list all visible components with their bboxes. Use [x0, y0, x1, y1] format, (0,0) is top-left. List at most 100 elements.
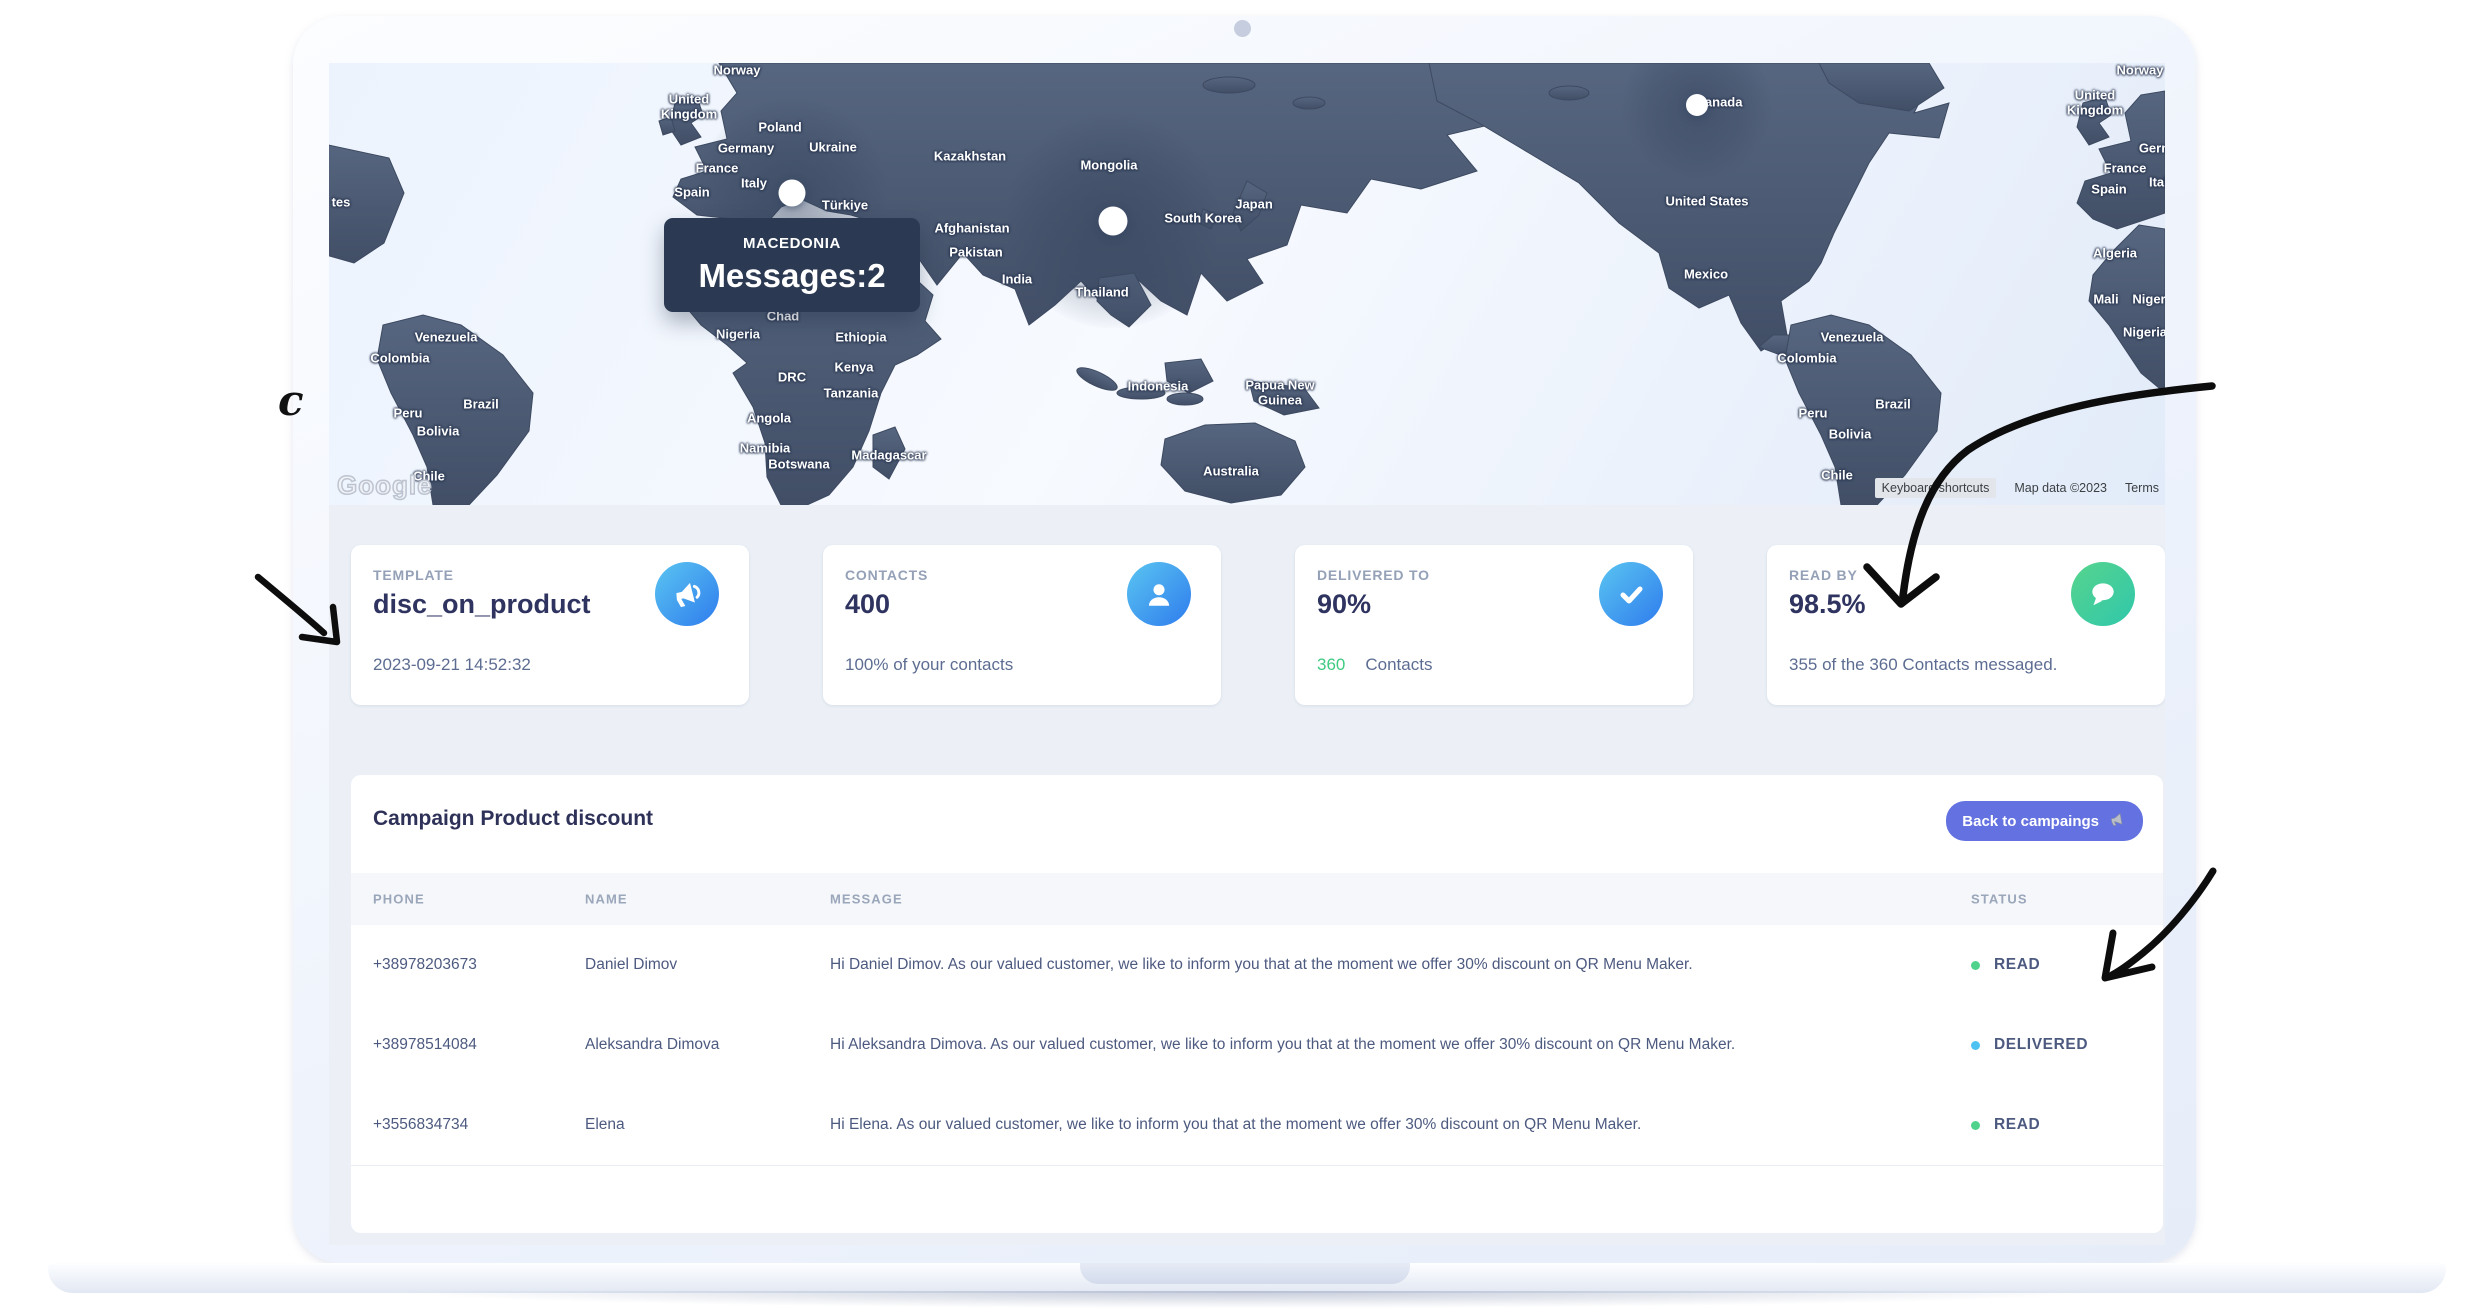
- cell-phone: +38978203673: [373, 956, 477, 974]
- card-label: READ BY: [1789, 567, 1858, 583]
- map-country-label: Kenya: [834, 361, 873, 376]
- map-country-label: Bolivia: [1829, 428, 1872, 443]
- message-location-marker[interactable]: [1686, 94, 1708, 116]
- map-country-label: Algeria: [2093, 247, 2137, 262]
- map-country-label: Norway: [2117, 64, 2164, 79]
- map-country-label: Madagascar: [851, 449, 926, 464]
- campaign-title: Campaign Product discount: [373, 807, 653, 831]
- map-country-label: Nigeria: [2123, 326, 2165, 341]
- card-value: 98.5%: [1789, 589, 1866, 620]
- map-country-label: Türkiye: [822, 199, 868, 214]
- card-label: CONTACTS: [845, 567, 928, 583]
- map-country-label: Poland: [758, 121, 801, 136]
- map-country-label: Italy: [2149, 176, 2165, 191]
- status-dot: [1971, 961, 1980, 970]
- keyboard-shortcuts-link[interactable]: Keyboard shortcuts: [1875, 478, 1997, 498]
- cell-status: READ: [1971, 956, 2040, 974]
- map-country-label: Tanzania: [824, 387, 879, 402]
- status-text: DELIVERED: [1994, 1036, 2088, 1054]
- delivered-count-label: Contacts: [1365, 655, 1432, 674]
- campaign-panel: Campaign Product discount Back to campai…: [351, 775, 2163, 1233]
- card-label: TEMPLATE: [373, 567, 454, 583]
- map-country-label: Peru: [394, 407, 423, 422]
- map-country-label: Peru: [1799, 407, 1828, 422]
- google-logo[interactable]: Google: [337, 470, 433, 501]
- map-country-label: India: [1002, 273, 1032, 288]
- map-country-label: Papua New Guinea: [1237, 378, 1323, 407]
- dashboard-screen: NorwayUnited KingdomPolandGermanyUkraine…: [329, 63, 2165, 1245]
- map-country-label: Thailand: [1075, 286, 1128, 301]
- megaphone-emoji: [2108, 810, 2127, 833]
- card-value: 400: [845, 589, 890, 620]
- check-icon: [1599, 562, 1663, 626]
- message-location-marker[interactable]: [1099, 207, 1128, 236]
- cell-status: READ: [1971, 1116, 2040, 1134]
- card-value: 90%: [1317, 589, 1371, 620]
- status-dot: [1971, 1121, 1980, 1130]
- contacts-card: CONTACTS 400 100% of your contacts: [823, 545, 1221, 705]
- cell-phone: +38978514084: [373, 1036, 477, 1054]
- marketing-graphic: NorwayUnited KingdomPolandGermanyUkraine…: [0, 0, 2490, 1314]
- map-country-label: Ukraine: [809, 141, 857, 156]
- map-country-label: Mexico: [1684, 268, 1728, 283]
- map-country-label: Niger: [2132, 293, 2165, 308]
- map-country-label: DRC: [778, 371, 806, 386]
- map-country-label: Colombia: [370, 352, 429, 367]
- map-country-label: Germany: [2139, 142, 2165, 157]
- col-message: MESSAGE: [830, 892, 903, 907]
- message-location-marker[interactable]: [779, 180, 806, 207]
- map-country-label: France: [2104, 162, 2147, 177]
- map-country-label: Indonesia: [1128, 380, 1189, 395]
- map-data-label: Map data ©2023: [2014, 481, 2107, 495]
- table-row[interactable]: +38978514084 Aleksandra Dimova Hi Aleksa…: [351, 1005, 2163, 1086]
- map-country-label: Nigeria: [716, 328, 760, 343]
- map-country-label: Italy: [741, 177, 767, 192]
- card-label: DELIVERED TO: [1317, 567, 1430, 583]
- map-country-label: Afghanistan: [934, 222, 1009, 237]
- laptop-camera-dot: [1234, 20, 1251, 37]
- chat-icon: [2071, 562, 2135, 626]
- map-country-label: France: [696, 162, 739, 177]
- template-card: TEMPLATE disc_on_product 2023-09-21 14:5…: [351, 545, 749, 705]
- map-country-label: Venezuela: [1821, 331, 1884, 346]
- map-country-label: Norway: [714, 64, 761, 79]
- map-country-label: Brazil: [1875, 398, 1910, 413]
- status-text: READ: [1994, 1116, 2040, 1134]
- world-map[interactable]: NorwayUnited KingdomPolandGermanyUkraine…: [329, 63, 2165, 505]
- handwritten-letter: c: [278, 376, 304, 425]
- cell-name: Elena: [585, 1116, 625, 1134]
- map-country-label: Mongolia: [1080, 159, 1137, 174]
- table-row[interactable]: +38978203673 Daniel Dimov Hi Daniel Dimo…: [351, 925, 2163, 1006]
- cell-message: Hi Elena. As our valued customer, we lik…: [830, 1116, 1641, 1134]
- user-icon: [1127, 562, 1191, 626]
- map-country-label: Spain: [2091, 183, 2126, 198]
- back-to-campaigns-label: Back to campaings: [1962, 813, 2099, 830]
- card-sub: 100% of your contacts: [845, 655, 1013, 675]
- megaphone-icon: [655, 562, 719, 626]
- laptop-base-notch: [1080, 1263, 1410, 1284]
- status-text: READ: [1994, 956, 2040, 974]
- read-card: READ BY 98.5% 355 of the 360 Contacts me…: [1767, 545, 2165, 705]
- back-to-campaigns-button[interactable]: Back to campaings: [1946, 801, 2143, 841]
- card-sub: 355 of the 360 Contacts messaged.: [1789, 655, 2057, 675]
- cell-name: Daniel Dimov: [585, 956, 677, 974]
- cell-status: DELIVERED: [1971, 1036, 2088, 1054]
- laptop-shadow: [110, 1291, 2380, 1314]
- delivered-card: DELIVERED TO 90% 360Contacts: [1295, 545, 1693, 705]
- cell-message: Hi Daniel Dimov. As our valued customer,…: [830, 956, 1693, 974]
- map-country-label: Japan: [1235, 198, 1273, 213]
- col-phone: PHONE: [373, 892, 425, 907]
- table-row[interactable]: +3556834734 Elena Hi Elena. As our value…: [351, 1085, 2163, 1166]
- col-status: STATUS: [1971, 892, 2028, 907]
- map-country-label: Australia: [1203, 465, 1259, 480]
- map-country-label: Colombia: [1777, 352, 1836, 367]
- terms-link[interactable]: Terms: [2125, 481, 2159, 495]
- map-country-label: Venezuela: [415, 331, 478, 346]
- map-country-label: Brazil: [463, 398, 498, 413]
- map-country-label: Pakistan: [949, 246, 1002, 261]
- map-country-label: Mali: [2093, 293, 2118, 308]
- map-country-label: Chile: [1821, 469, 1853, 484]
- map-country-label: Spain: [674, 186, 709, 201]
- map-country-label: Namibia: [740, 442, 791, 457]
- cell-name: Aleksandra Dimova: [585, 1036, 719, 1054]
